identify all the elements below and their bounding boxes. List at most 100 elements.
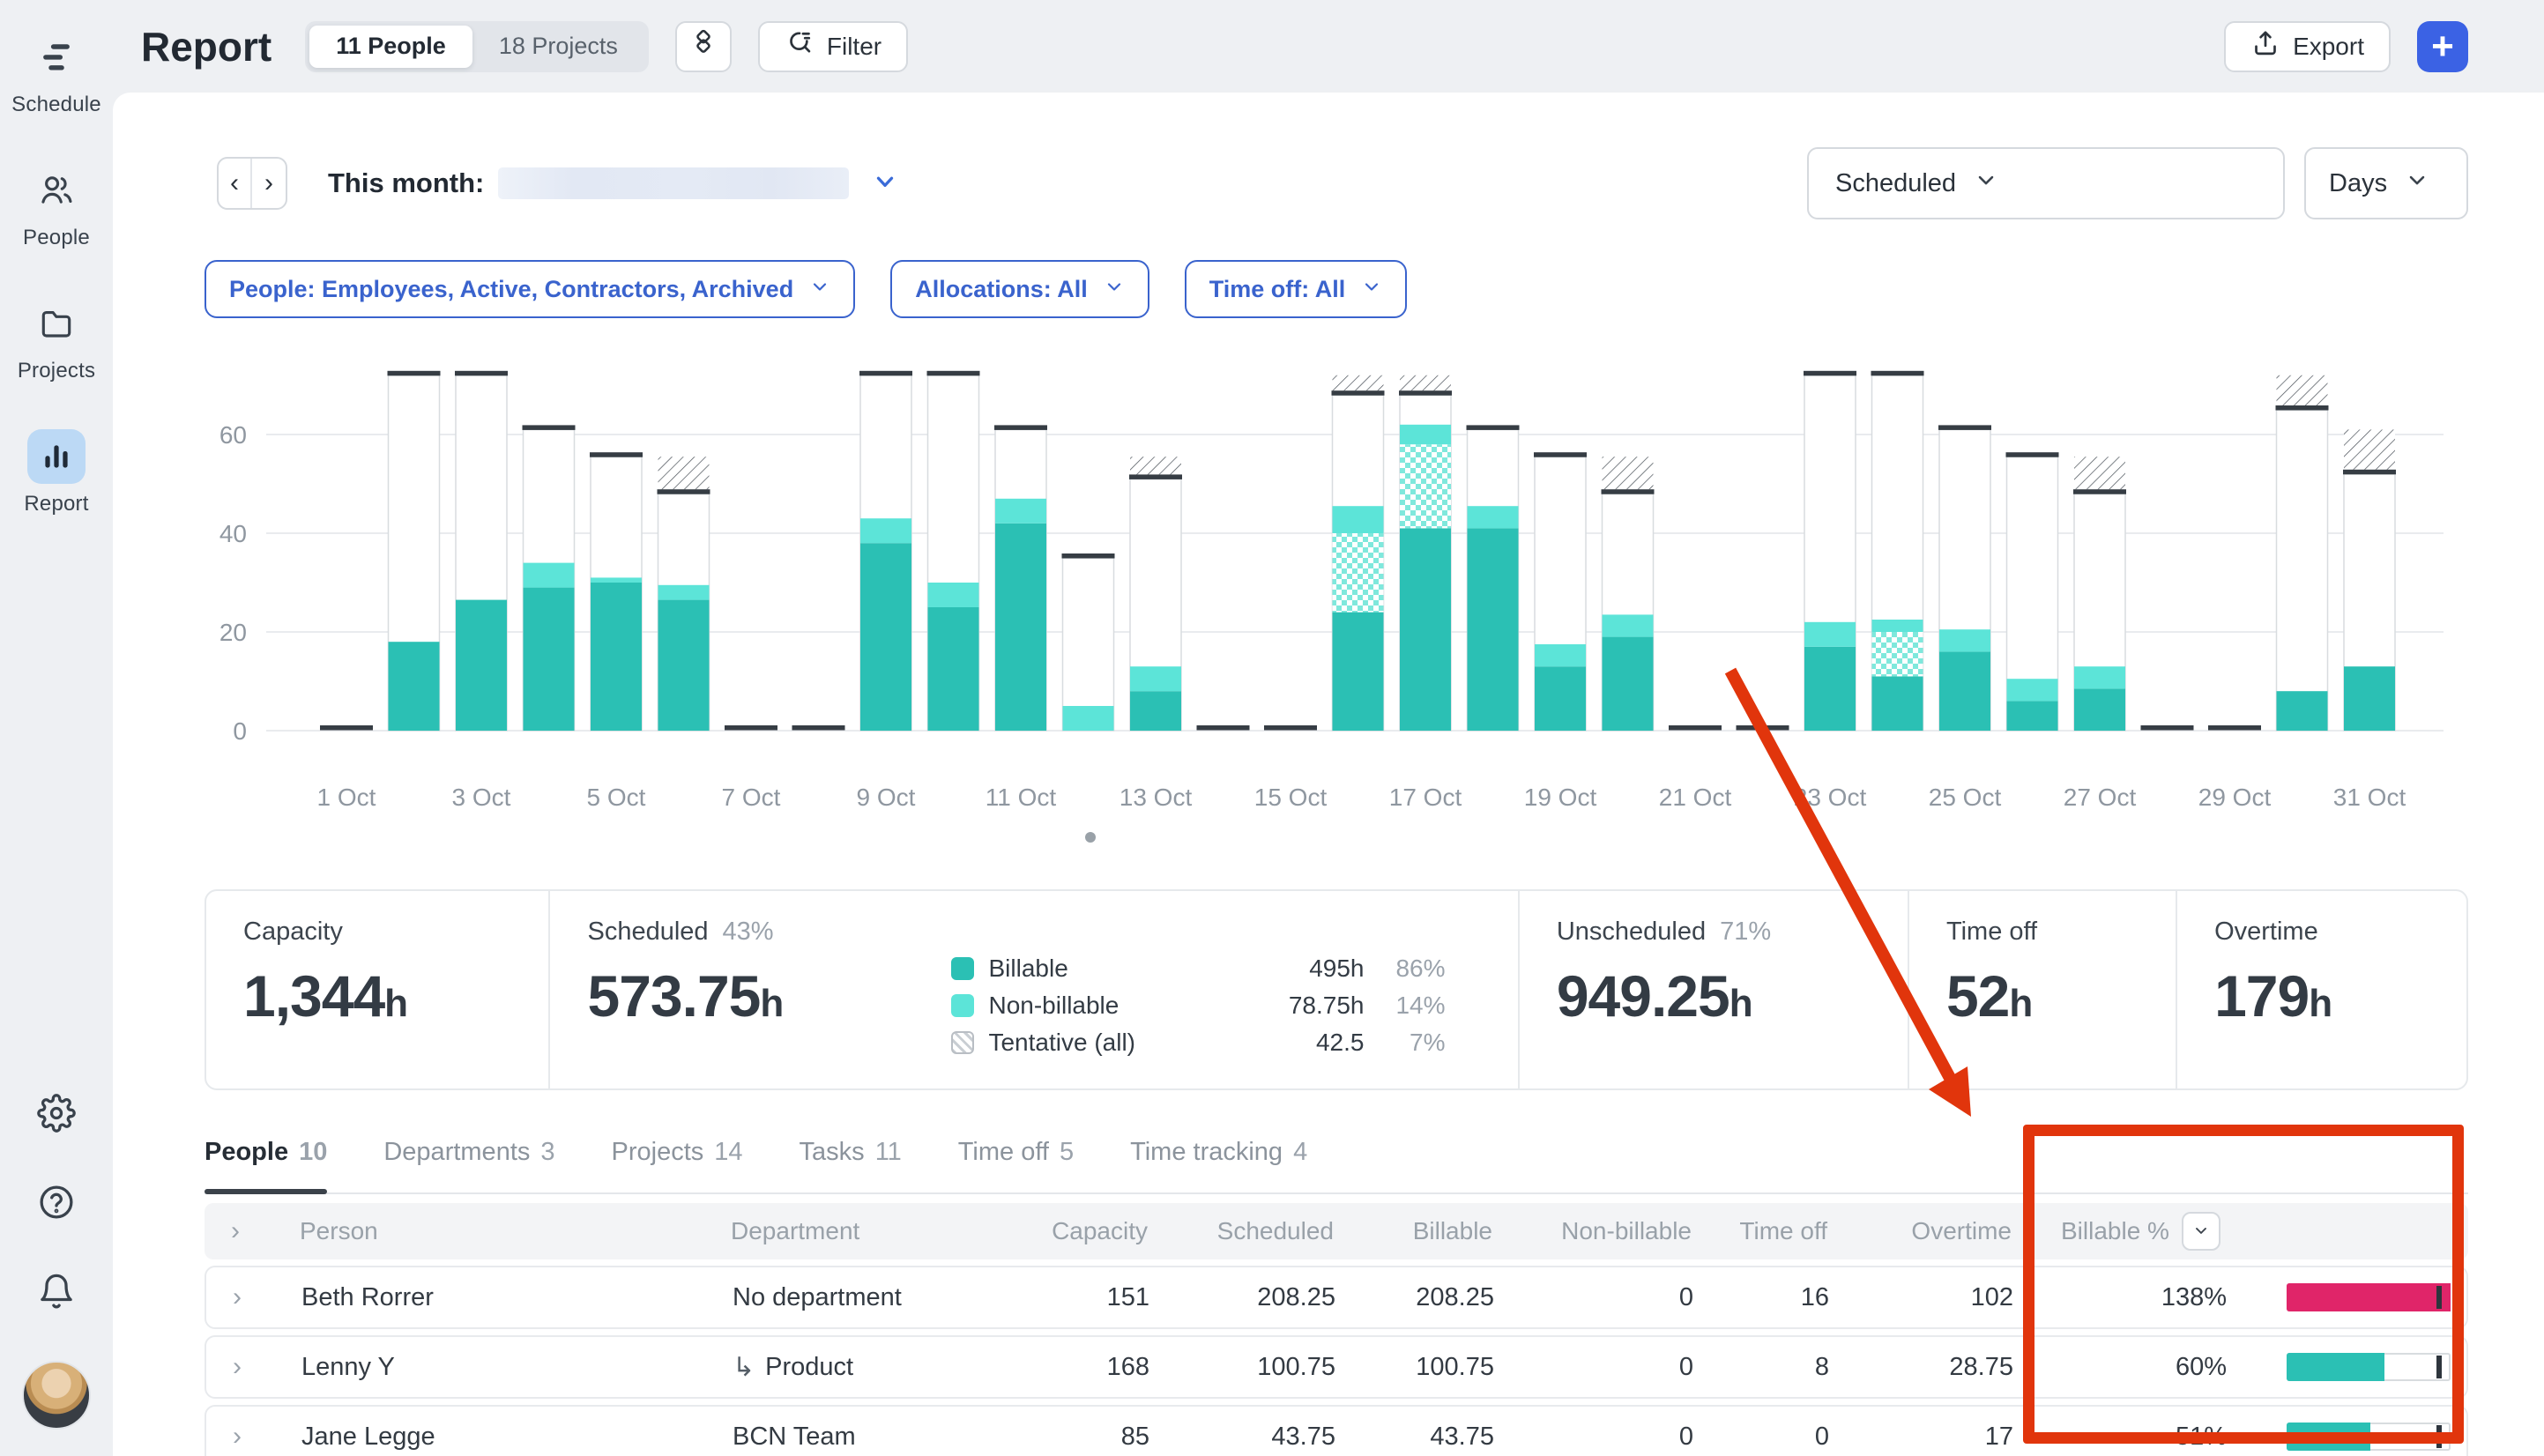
capacity-cell: 85	[1120, 1422, 1149, 1451]
non-billable-cell: 0	[1678, 1352, 1693, 1381]
table-row[interactable]: › Jane Legge BCN Team 85 43.75 43.75 0 0 17 51%	[205, 1405, 2468, 1456]
settings-button[interactable]	[37, 1094, 76, 1137]
expand-row-chevron-icon[interactable]: ›	[206, 1282, 268, 1312]
svg-text:13 Oct: 13 Oct	[1120, 784, 1193, 811]
bell-icon	[37, 1274, 76, 1314]
tab-time-tracking[interactable]: Time tracking 4	[1130, 1134, 1307, 1192]
next-period-button[interactable]: ›	[252, 159, 286, 208]
filter-pill-label: Allocations: All	[915, 275, 1088, 302]
svg-text:25 Oct: 25 Oct	[1929, 784, 2002, 811]
people-icon	[27, 163, 86, 218]
unit-select[interactable]: Days	[2304, 147, 2468, 219]
col-department[interactable]: Department	[689, 1217, 971, 1245]
legend-swatch-nonbillable	[951, 994, 975, 1017]
people-projects-toggle: 11 People 18 Projects	[305, 20, 649, 72]
svg-text:7 Oct: 7 Oct	[722, 784, 781, 811]
filter-pill-label: Time off: All	[1209, 275, 1346, 302]
sidebar-item-people[interactable]: People	[11, 163, 101, 250]
projects-icon	[27, 296, 86, 351]
table-row[interactable]: › Lenny Y ↳ Product 168 100.75 100.75 0 8 28.75 60…	[205, 1335, 2468, 1399]
col-billable-pct[interactable]: Billable %	[2012, 1212, 2225, 1251]
gear-icon	[37, 1094, 76, 1136]
svg-text:1 Oct: 1 Oct	[317, 784, 376, 811]
col-person[interactable]: Person	[266, 1217, 689, 1245]
person-name[interactable]: Beth Rorrer	[268, 1283, 691, 1312]
expand-row-chevron-icon[interactable]: ›	[206, 1422, 268, 1452]
tab-people[interactable]: People 10	[205, 1134, 328, 1194]
help-button[interactable]	[37, 1183, 76, 1226]
avatar[interactable]	[22, 1361, 91, 1430]
svg-text:11 Oct: 11 Oct	[986, 784, 1057, 811]
notifications-button[interactable]	[37, 1272, 76, 1315]
period-date-range-redacted[interactable]	[498, 167, 850, 199]
unit-select-value: Days	[2329, 168, 2388, 197]
export-button[interactable]: Export	[2224, 20, 2391, 72]
page-title: Report	[141, 23, 272, 70]
svg-text:23 Oct: 23 Oct	[1794, 784, 1867, 811]
person-name[interactable]: Lenny Y	[268, 1353, 691, 1382]
sidebar-item-report[interactable]: Report	[11, 429, 101, 516]
report-icon	[27, 429, 86, 484]
svg-text:0: 0	[233, 717, 247, 745]
period-dropdown-chevron-icon[interactable]	[872, 168, 898, 199]
col-billable[interactable]: Billable	[1334, 1217, 1492, 1245]
prev-period-button[interactable]: ‹	[219, 159, 252, 208]
legend-swatch-tentative	[951, 1031, 975, 1054]
billable-pct-cell: 60%	[2175, 1352, 2227, 1381]
capacity-label: Capacity	[243, 917, 343, 946]
col-time-off[interactable]: Time off	[1692, 1217, 1827, 1245]
period-nav: ‹ ›	[217, 157, 287, 210]
period-label: This month:	[328, 167, 485, 198]
chevron-down-icon	[2405, 167, 2429, 199]
tab-time-off[interactable]: Time off 5	[958, 1134, 1074, 1192]
svg-text:17 Oct: 17 Oct	[1389, 784, 1462, 811]
sidebar: Schedule People Projects Report	[0, 0, 113, 1456]
sub-department-icon: ↳	[733, 1352, 755, 1382]
table-row[interactable]: › Beth Rorrer No department 151 208.25 208.25…	[205, 1266, 2468, 1329]
col-overtime[interactable]: Overtime	[1827, 1217, 2012, 1245]
billable-pct-bar	[2227, 1423, 2481, 1451]
sidebar-item-schedule[interactable]: Schedule	[11, 30, 101, 117]
100-percent-tick	[2436, 1356, 2442, 1378]
toggle-projects[interactable]: 18 Projects	[472, 26, 644, 68]
col-capacity[interactable]: Capacity	[971, 1217, 1148, 1245]
summary-strip: Capacity 1,344h Scheduled 43% 573.75h Bi…	[205, 889, 2468, 1090]
time-off-cell: 16	[1800, 1282, 1829, 1311]
summary-capacity: Capacity 1,344h	[243, 917, 408, 1029]
filter-pill-1[interactable]: Allocations: All	[890, 260, 1149, 318]
toggle-people[interactable]: 11 People	[309, 25, 472, 68]
sidebar-item-projects[interactable]: Projects	[11, 296, 101, 383]
chevron-down-icon	[2192, 1217, 2210, 1245]
filter-button[interactable]: Filter	[757, 20, 909, 72]
layers-button[interactable]	[674, 20, 732, 72]
add-button[interactable]: +	[2417, 20, 2468, 72]
tab-departments[interactable]: Departments 3	[383, 1134, 554, 1192]
sidebar-bottom	[22, 1094, 91, 1456]
capacity-cell: 168	[1106, 1352, 1149, 1381]
billable-pct-bar	[2227, 1283, 2481, 1311]
stack-icon	[688, 28, 718, 64]
filter-icon	[785, 28, 815, 64]
filter-button-label: Filter	[826, 32, 882, 60]
timeoff-value: 52	[1945, 963, 2010, 1029]
person-name[interactable]: Jane Legge	[268, 1423, 691, 1452]
expand-row-chevron-icon[interactable]: ›	[206, 1352, 268, 1382]
svg-text:27 Oct: 27 Oct	[2064, 784, 2137, 811]
svg-text:31 Oct: 31 Oct	[2333, 784, 2406, 811]
non-billable-cell: 0	[1678, 1282, 1693, 1311]
capacity-cell: 151	[1106, 1282, 1149, 1311]
billable-cell: 208.25	[1416, 1282, 1494, 1311]
tab-projects[interactable]: Projects 14	[612, 1134, 743, 1192]
department-cell: BCN Team	[733, 1422, 856, 1451]
billable-pct-bar	[2227, 1353, 2481, 1381]
filter-pill-0[interactable]: People: Employees, Active, Contractors, …	[205, 260, 856, 318]
unscheduled-label: Unscheduled	[1556, 917, 1707, 946]
tab-tasks[interactable]: Tasks 11	[800, 1134, 902, 1192]
sidebar-nav: Schedule People Projects Report	[11, 30, 101, 562]
col-non-billable[interactable]: Non-billable	[1492, 1217, 1692, 1245]
metric-select[interactable]: Scheduled	[1807, 147, 2285, 219]
billable-pct-options-button[interactable]	[2181, 1212, 2220, 1251]
col-scheduled[interactable]: Scheduled	[1148, 1217, 1334, 1245]
expand-all-chevron-icon[interactable]: ›	[205, 1216, 266, 1246]
filter-pill-2[interactable]: Time off: All	[1184, 260, 1408, 318]
